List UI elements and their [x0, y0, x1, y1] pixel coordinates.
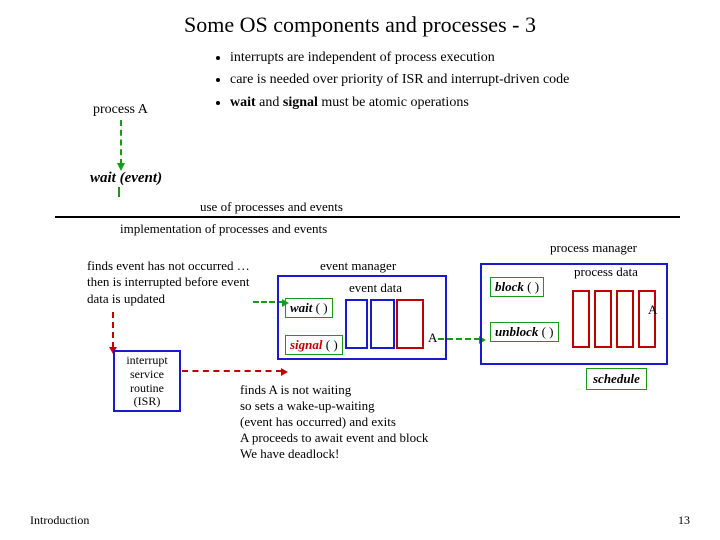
event-data-col: [370, 299, 395, 349]
wait-fn-label: wait: [290, 300, 312, 315]
isr-box: interrupt service routine (ISR): [113, 350, 181, 412]
process-a-col-label: A: [648, 302, 657, 318]
event-a-label: A: [428, 330, 437, 346]
bullet-3-post: must be atomic operations: [318, 95, 469, 110]
divider-line: [55, 216, 680, 218]
isr-line: service: [115, 368, 179, 382]
arrow-right-icon: [438, 338, 480, 340]
event-data-col-red: [396, 299, 424, 349]
bullet-2: care is needed over priority of ISR and …: [230, 69, 569, 91]
slide-title: Some OS components and processes - 3: [0, 0, 720, 38]
finds-event-text: finds event has not occurred … then is i…: [87, 258, 257, 307]
event-data-col: [345, 299, 368, 349]
bullet-3: wait and signal must be atomic operation…: [230, 92, 569, 114]
arrow-stub-icon: [118, 187, 120, 197]
bullet-3-mid: and: [256, 95, 283, 110]
use-of-label: use of processes and events: [200, 199, 343, 215]
wait-fn-paren: ( ): [312, 300, 327, 315]
schedule-box: schedule: [586, 368, 647, 390]
wait-fn-box: wait ( ): [285, 298, 333, 318]
arrow-down-red-icon: [112, 312, 114, 348]
bullet-1: interrupts are independent of process ex…: [230, 47, 569, 69]
event-manager-title: event manager: [320, 258, 396, 274]
signal-fn-label: signal: [290, 337, 323, 352]
impl-of-label: implementation of processes and events: [120, 221, 327, 237]
bullet-3-wait: wait: [230, 95, 256, 110]
isr-line: interrupt: [115, 354, 179, 368]
wait-event-label: wait (event): [90, 170, 162, 187]
bullet-list: interrupts are independent of process ex…: [230, 47, 569, 114]
process-a-label: process A: [93, 102, 148, 118]
finds-a-text: finds A is not waiting so sets a wake-up…: [240, 382, 428, 462]
block-fn-label: block: [495, 279, 524, 294]
process-data-cols: [572, 290, 658, 348]
signal-fn-paren: ( ): [323, 337, 338, 352]
footer-page-number: 13: [678, 513, 690, 528]
event-data-label: event data: [349, 280, 402, 296]
isr-line: (ISR): [115, 395, 179, 409]
block-fn-paren: ( ): [524, 279, 539, 294]
arrow-down-icon: [120, 120, 122, 165]
unblock-fn-paren: ( ): [538, 324, 553, 339]
unblock-fn-label: unblock: [495, 324, 538, 339]
process-manager-title: process manager: [550, 240, 637, 256]
arrow-right-red-icon: [182, 370, 282, 372]
signal-fn-box: signal ( ): [285, 335, 343, 355]
block-fn-box: block ( ): [490, 277, 544, 297]
footer-left: Introduction: [30, 513, 89, 528]
bullet-3-signal: signal: [283, 95, 318, 110]
process-data-label: process data: [574, 264, 638, 280]
isr-line: routine: [115, 382, 179, 396]
unblock-fn-box: unblock ( ): [490, 322, 559, 342]
